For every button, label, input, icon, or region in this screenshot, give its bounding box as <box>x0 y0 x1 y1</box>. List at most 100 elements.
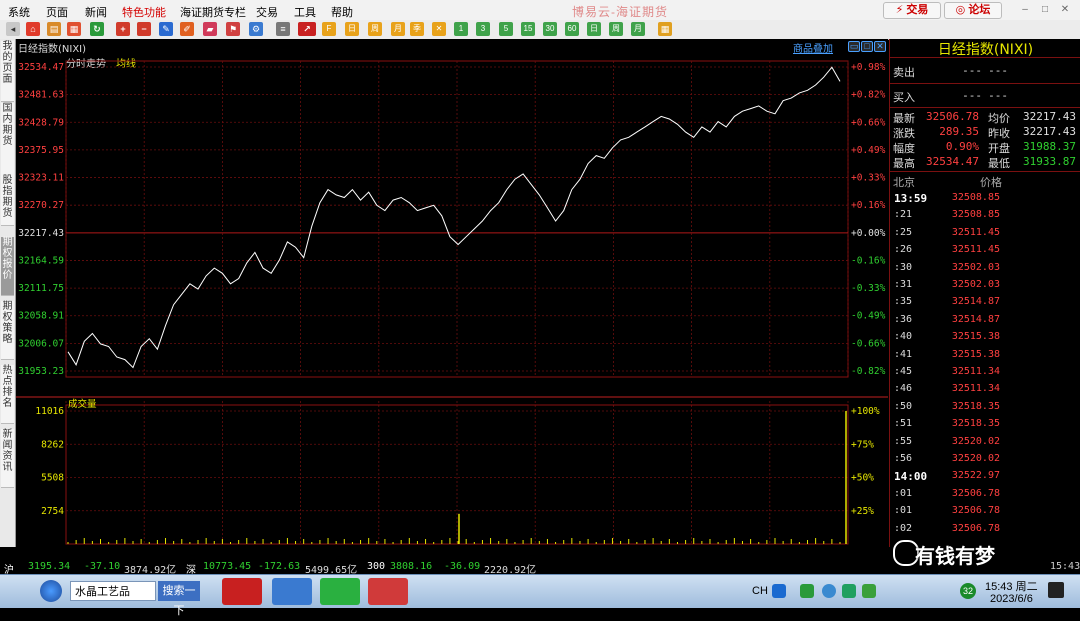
period-60-button[interactable]: 60 <box>565 22 579 36</box>
csi300-value: 3808.16 <box>390 561 433 572</box>
list-icon[interactable]: ≡ <box>276 22 290 36</box>
eraser-icon[interactable]: ▰ <box>203 22 217 36</box>
tray-icon-2[interactable] <box>800 584 814 598</box>
menu-page[interactable]: 页面 <box>46 4 68 20</box>
minimize-icon[interactable]: – <box>1018 3 1032 16</box>
clock-time[interactable]: 15:43 周二 <box>985 578 1038 594</box>
menu-help[interactable]: 帮助 <box>331 4 353 20</box>
cross-icon[interactable]: ✕ <box>432 22 446 36</box>
week-icon[interactable]: 周 <box>368 22 382 36</box>
securities-app-icon[interactable] <box>222 578 262 605</box>
action-center-icon[interactable] <box>1048 582 1064 598</box>
period-3-button[interactable]: 3 <box>476 22 490 36</box>
price-chart[interactable]: 32534.47 +0.98% 32481.63 +0.82% 32428.79 +0.6… <box>16 39 888 547</box>
explorer-app-icon[interactable] <box>272 578 312 605</box>
buy-label: 买入 <box>893 92 915 104</box>
forum-button[interactable]: ◎ 论坛 <box>944 2 1002 19</box>
quote-stat-label: 最新 <box>893 113 915 125</box>
tab-news[interactable]: 新闻资讯 <box>1 429 14 488</box>
indicator-icon[interactable]: ⚑ <box>226 22 240 36</box>
period-day-button[interactable]: 日 <box>587 22 601 36</box>
time-tick-label: 09:30 <box>286 546 315 547</box>
price-line <box>67 66 841 369</box>
quote-stat-label: 涨跌 <box>893 128 915 140</box>
book-icon[interactable]: ▤ <box>47 22 61 36</box>
quarter-icon[interactable]: 季 <box>410 22 424 36</box>
price-tick-label: 32375.95 <box>18 145 64 156</box>
menu-system[interactable]: 系统 <box>8 4 30 20</box>
lang-indicator[interactable]: CH <box>752 585 768 597</box>
quote-stat-label: 幅度 <box>893 143 915 155</box>
tick-time: :02 <box>894 522 913 534</box>
grid-icon[interactable]: ▦ <box>658 22 672 36</box>
menu-bar: 系统 页面 新闻 特色功能 海证期货专栏 交易 工具 帮助 博易云-海证期货 ⚡… <box>0 0 1080 21</box>
f10-icon[interactable]: F <box>322 22 336 36</box>
period-week-button[interactable]: 周 <box>609 22 623 36</box>
pencil-icon[interactable]: ✐ <box>180 22 194 36</box>
tick-price: 32506.78 <box>951 505 1000 517</box>
trade-button[interactable]: ⚡ 交易 <box>883 2 941 19</box>
time-tick-label: 09:00 <box>208 546 237 547</box>
month-icon[interactable]: 月 <box>391 22 405 36</box>
notify-badge[interactable]: 32 <box>960 583 976 599</box>
wechat-app-icon[interactable] <box>320 578 360 605</box>
volume-pct-label: +25% <box>851 506 874 517</box>
period-30-button[interactable]: 30 <box>543 22 557 36</box>
close-icon[interactable]: ✕ <box>1058 3 1072 16</box>
pct-tick-label: -0.66% <box>851 338 886 349</box>
tray-icon-1[interactable] <box>772 584 786 598</box>
zoom-in-icon[interactable]: + <box>116 22 130 36</box>
refresh-icon[interactable]: ↻ <box>90 22 104 36</box>
tick-time: :41 <box>894 348 913 360</box>
menu-features[interactable]: 特色功能 <box>122 4 166 20</box>
wechat-tray-icon[interactable] <box>862 584 876 598</box>
period-1-button[interactable]: 1 <box>454 22 468 36</box>
tick-time: :35 <box>894 296 913 308</box>
maximize-icon[interactable]: □ <box>1038 3 1052 16</box>
tray-icon-3[interactable] <box>842 584 856 598</box>
tab-options-strategy[interactable]: 期权策略 <box>1 301 14 360</box>
tab-options-quote[interactable]: 期权报价 <box>1 237 14 296</box>
trade-icon: ⚡ <box>895 4 904 16</box>
taskbar-search-input[interactable]: 水晶工艺品 <box>70 581 156 601</box>
tick-price: 32522.97 <box>951 470 1000 482</box>
price-tick-label: 32217.43 <box>18 228 64 239</box>
menu-news[interactable]: 新闻 <box>85 4 107 20</box>
pct-tick-label: +0.66% <box>851 117 886 128</box>
time-tick-label: 10:30 <box>443 546 472 547</box>
timeline-icon[interactable]: ↗ <box>298 22 316 36</box>
quote-panel: 日经指数(NIXI) 卖出 --- --- 买入 --- --- 最新 32506… <box>889 39 1080 547</box>
clock-date[interactable]: 2023/6/6 <box>990 593 1033 605</box>
tab-index-futures[interactable]: 股指期货 <box>1 175 14 226</box>
taskbar-search-button[interactable]: 搜索一下 <box>158 581 200 617</box>
tick-time: :36 <box>894 313 913 325</box>
tick-price: 32502.03 <box>951 261 1000 273</box>
zoom-out-icon[interactable]: − <box>137 22 151 36</box>
settings-icon[interactable]: ⚙ <box>249 22 263 36</box>
time-tick-label: 13:30 <box>755 546 784 547</box>
tab-hot-ranking[interactable]: 热点排名 <box>1 365 14 424</box>
calendar-icon[interactable]: ▦ <box>67 22 81 36</box>
period-month-button[interactable]: 月 <box>631 22 645 36</box>
time-tick-label: 08:00 <box>52 546 81 547</box>
home-icon[interactable]: ⌂ <box>26 22 40 36</box>
shield-icon[interactable] <box>822 584 836 598</box>
menu-trade[interactable]: 交易 <box>256 4 278 20</box>
watermark-text: 有钱有梦 <box>915 546 995 568</box>
tick-price: 32514.87 <box>951 313 1000 325</box>
start-icon[interactable] <box>40 580 62 602</box>
strip-time: 15:43 <box>1050 561 1080 572</box>
menu-tools[interactable]: 工具 <box>294 4 316 20</box>
period-15-button[interactable]: 15 <box>521 22 535 36</box>
tick-price: 32514.87 <box>951 296 1000 308</box>
back-icon[interactable]: ◂ <box>6 22 20 36</box>
pct-tick-label: -0.82% <box>851 366 886 377</box>
tab-my-page[interactable]: 我的页面 <box>1 41 14 102</box>
day-icon[interactable]: 日 <box>345 22 359 36</box>
draw-icon[interactable]: ✎ <box>159 22 173 36</box>
menu-haizheng-column[interactable]: 海证期货专栏 <box>180 4 246 20</box>
trading-app-icon[interactable] <box>368 578 408 605</box>
period-5-button[interactable]: 5 <box>499 22 513 36</box>
volume-tick-label: 11016 <box>35 406 64 417</box>
tick-row: :51 32518.35 <box>890 416 1080 433</box>
